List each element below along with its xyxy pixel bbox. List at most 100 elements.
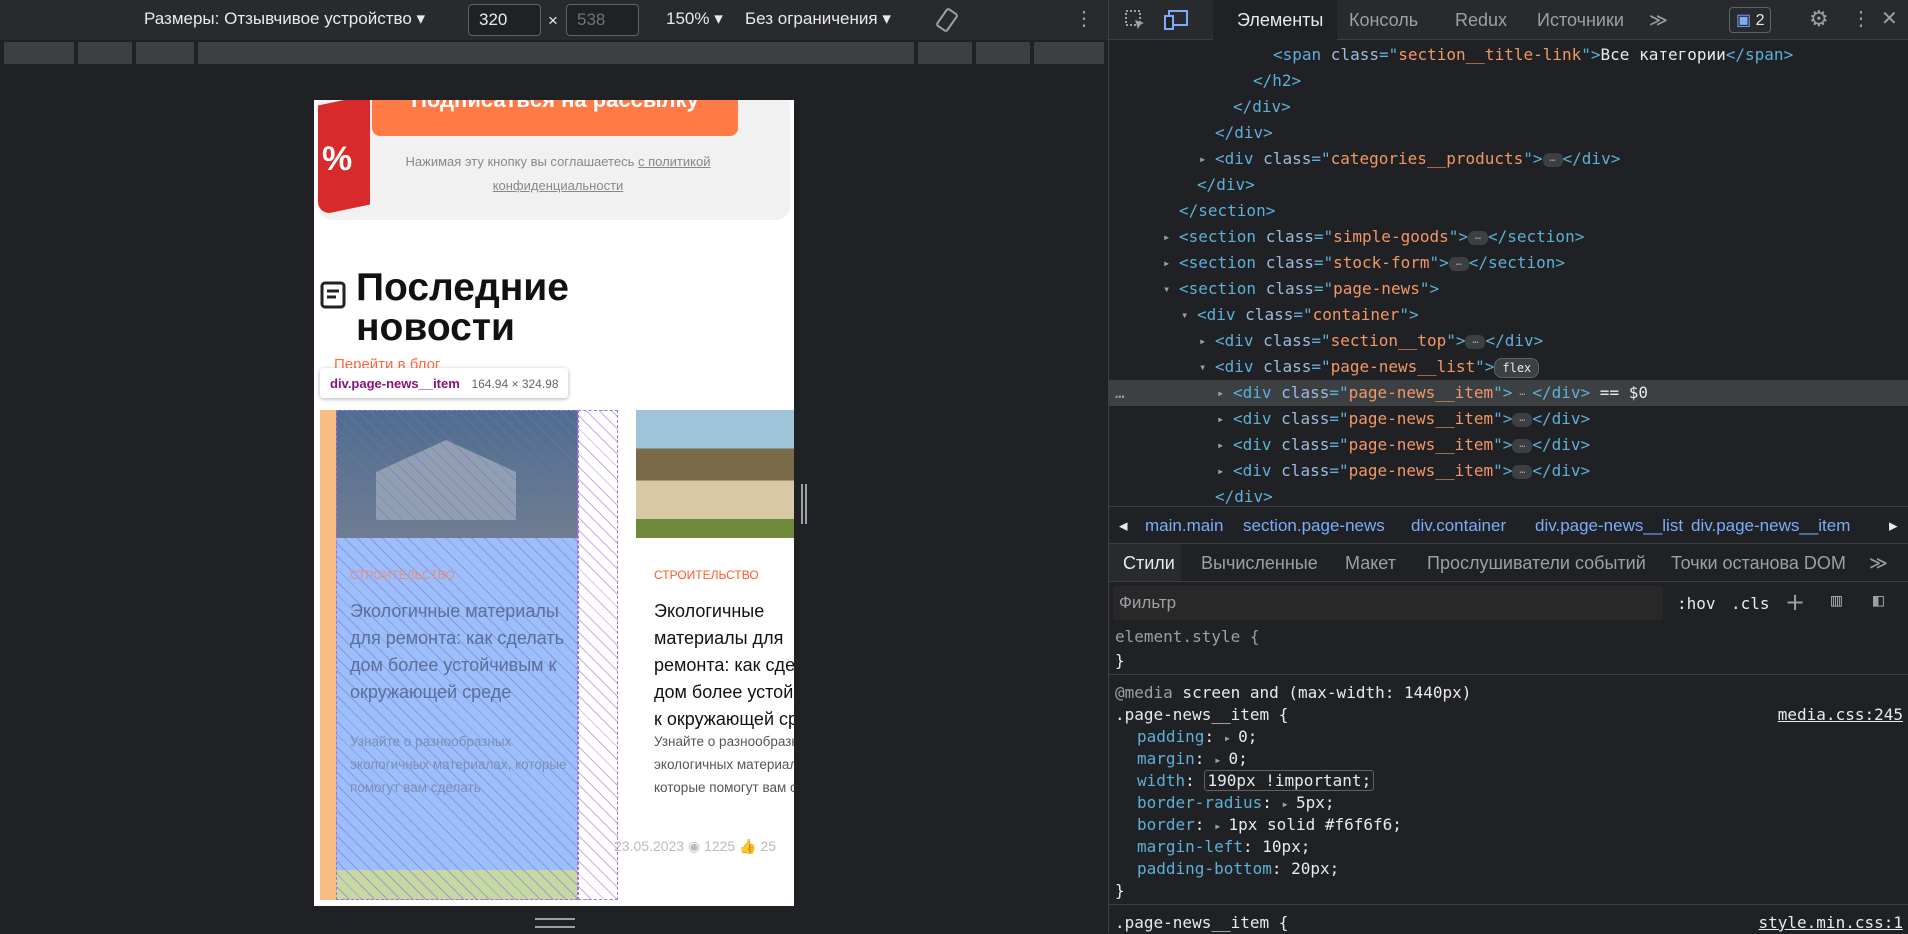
privacy-link[interactable]: с политикой xyxy=(638,154,710,169)
css-property[interactable]: width: 190px !important; xyxy=(1137,770,1375,792)
expand-arrow-icon[interactable]: ▸ xyxy=(1217,432,1231,458)
dimensions-dropdown[interactable]: Размеры: Отзывчивое устройство ▾ xyxy=(144,9,425,29)
node-actions-icon[interactable]: … xyxy=(1115,380,1125,406)
tab-event-listeners[interactable]: Прослушиватели событий xyxy=(1427,553,1646,574)
ellipsis-badge[interactable]: … xyxy=(1512,438,1533,453)
dom-node-line[interactable]: ▸ <div class="section__top">… </div> xyxy=(1109,328,1908,354)
property-value[interactable]: 0; xyxy=(1238,727,1257,746)
close-icon[interactable]: ✕ xyxy=(1881,6,1898,31)
tab-layout[interactable]: Макет xyxy=(1345,553,1396,574)
breadcrumb-item[interactable]: div.page-news__list xyxy=(1535,516,1683,536)
ellipsis-badge[interactable]: … xyxy=(1512,412,1533,427)
rotate-icon[interactable] xyxy=(933,6,961,39)
expand-arrow-icon[interactable]: ▾ xyxy=(1181,302,1195,328)
hov-button[interactable]: :hov xyxy=(1677,594,1716,613)
dom-node-line[interactable]: </section> xyxy=(1109,198,1908,224)
media-query-bar[interactable] xyxy=(918,42,972,64)
expand-arrow-icon[interactable]: ▸ xyxy=(1214,819,1228,833)
media-query-bar[interactable] xyxy=(1034,42,1104,64)
css-property[interactable]: border-radius: ▸ 5px; xyxy=(1137,792,1334,815)
dom-node-line[interactable]: </div> xyxy=(1109,94,1908,120)
dom-node-line[interactable]: ▸ <section class="stock-form">… </section… xyxy=(1109,250,1908,276)
next-rule-selector[interactable]: .page-news__item { xyxy=(1115,912,1288,934)
bottom-resize-grip[interactable] xyxy=(535,918,575,928)
ellipsis-badge[interactable]: … xyxy=(1542,152,1563,167)
media-query-bar[interactable] xyxy=(4,42,74,64)
dom-node-line[interactable]: </div> xyxy=(1109,484,1908,504)
tab-redux[interactable]: Redux xyxy=(1455,10,1507,31)
breadcrumb-item[interactable]: section.page-news xyxy=(1243,516,1385,536)
more-tabs-icon[interactable]: ≫ xyxy=(1869,553,1888,574)
paint-icon[interactable]: ▥ xyxy=(1831,590,1842,611)
more-tabs-icon[interactable]: ≫ xyxy=(1649,10,1668,31)
tab-styles[interactable]: Стили xyxy=(1109,544,1181,581)
css-property[interactable]: border: ▸ 1px solid #f6f6f6; xyxy=(1137,814,1402,837)
dom-node-line[interactable]: </div> xyxy=(1109,172,1908,198)
expand-arrow-icon[interactable]: ▸ xyxy=(1199,328,1213,354)
subscribe-button[interactable]: Подписаться на рассылку xyxy=(372,100,738,136)
ellipsis-badge[interactable]: … xyxy=(1512,464,1533,479)
ellipsis-badge[interactable]: … xyxy=(1465,334,1486,349)
rule-selector[interactable]: .page-news__item { xyxy=(1115,704,1288,726)
throttle-dropdown[interactable]: Без ограничения ▾ xyxy=(745,9,891,29)
more-options-icon[interactable]: ⋮ xyxy=(1851,6,1871,31)
ellipsis-badge[interactable]: … xyxy=(1468,230,1488,245)
expand-arrow-icon[interactable]: ▸ xyxy=(1217,458,1231,484)
gear-icon[interactable]: ⚙ xyxy=(1809,6,1829,32)
property-name[interactable]: margin-left xyxy=(1137,837,1243,856)
expand-arrow-icon[interactable]: ▸ xyxy=(1282,797,1296,811)
dom-node-line[interactable]: ▸ <div class="categories__products">… </d… xyxy=(1109,146,1908,172)
dom-node-line[interactable]: </div> xyxy=(1109,120,1908,146)
device-toggle-icon[interactable] xyxy=(1163,8,1189,37)
expand-arrow-icon[interactable]: ▸ xyxy=(1163,250,1177,276)
tab-elements[interactable]: Элементы xyxy=(1213,0,1337,40)
breadcrumb-scroll-left-icon[interactable]: ◂ xyxy=(1119,516,1128,536)
expand-arrow-icon[interactable]: ▾ xyxy=(1163,276,1177,302)
property-name[interactable]: margin xyxy=(1137,749,1195,768)
tab-dom-breakpoints[interactable]: Точки останова DOM xyxy=(1671,553,1846,574)
expand-arrow-icon[interactable]: ▸ xyxy=(1163,224,1177,250)
property-value[interactable]: 0; xyxy=(1229,749,1248,768)
tab-sources[interactable]: Источники xyxy=(1537,10,1624,31)
css-property[interactable]: padding: ▸ 0; xyxy=(1137,726,1257,749)
next-rule-source-link[interactable]: style.min.css:1 xyxy=(1759,912,1904,934)
property-name[interactable]: width xyxy=(1137,771,1185,790)
dom-node-line[interactable]: ▸ <div class="page-news__item">… </div> xyxy=(1109,406,1908,432)
dom-node-line[interactable]: <span class="section__title-link">Все ка… xyxy=(1109,42,1908,68)
issues-badge[interactable]: ▣ 2 xyxy=(1729,7,1772,33)
dom-node-line[interactable]: ▾ <div class="container"> xyxy=(1109,302,1908,328)
expand-arrow-icon[interactable]: ▸ xyxy=(1217,380,1231,406)
breadcrumb-item[interactable]: main.main xyxy=(1145,516,1223,536)
width-input[interactable]: 320 xyxy=(468,4,541,36)
property-name[interactable]: padding xyxy=(1137,727,1204,746)
property-name[interactable]: border-radius xyxy=(1137,793,1262,812)
media-query-bar[interactable] xyxy=(976,42,1030,64)
expand-arrow-icon[interactable]: ▾ xyxy=(1199,354,1213,380)
property-name[interactable]: border xyxy=(1137,815,1195,834)
expand-arrow-icon[interactable]: ▸ xyxy=(1224,731,1238,745)
inspect-element-icon[interactable] xyxy=(1123,8,1147,37)
expand-arrow-icon[interactable]: ▸ xyxy=(1199,146,1213,172)
dom-node-line[interactable]: ▸ <div class="page-news__item">… </div> =… xyxy=(1109,380,1908,406)
property-value[interactable]: 190px !important; xyxy=(1204,770,1375,791)
property-value[interactable]: 10px; xyxy=(1262,837,1310,856)
styles-filter-input[interactable]: Фильтр xyxy=(1113,586,1663,620)
dom-node-line[interactable]: ▸ <div class="page-news__item">… </div> xyxy=(1109,432,1908,458)
dom-node-line[interactable]: ▾ <section class="page-news"> xyxy=(1109,276,1908,302)
property-value[interactable]: 5px; xyxy=(1296,793,1335,812)
dom-node-line[interactable]: </h2> xyxy=(1109,68,1908,94)
media-query-bar[interactable] xyxy=(198,42,914,64)
css-property[interactable]: margin: ▸ 0; xyxy=(1137,748,1248,771)
rule-source-link[interactable]: media.css:245 xyxy=(1778,704,1903,726)
privacy-link-cont[interactable]: конфиденциальности xyxy=(493,178,624,193)
tab-console[interactable]: Консоль xyxy=(1349,10,1418,31)
media-query-bar[interactable] xyxy=(136,42,194,64)
expand-arrow-icon[interactable]: ▸ xyxy=(1217,406,1231,432)
dom-node-line[interactable]: ▾ <div class="page-news__list"> flex xyxy=(1109,354,1908,380)
more-options-icon[interactable]: ⋮ xyxy=(1074,6,1094,31)
ellipsis-badge[interactable]: … xyxy=(1448,256,1469,271)
dom-node-line[interactable]: ▸ <section class="simple-goods">… </secti… xyxy=(1109,224,1908,250)
css-property[interactable]: margin-left: 10px; xyxy=(1137,836,1310,858)
cls-button[interactable]: .cls xyxy=(1731,594,1770,613)
css-property[interactable]: padding-bottom: 20px; xyxy=(1137,858,1339,880)
